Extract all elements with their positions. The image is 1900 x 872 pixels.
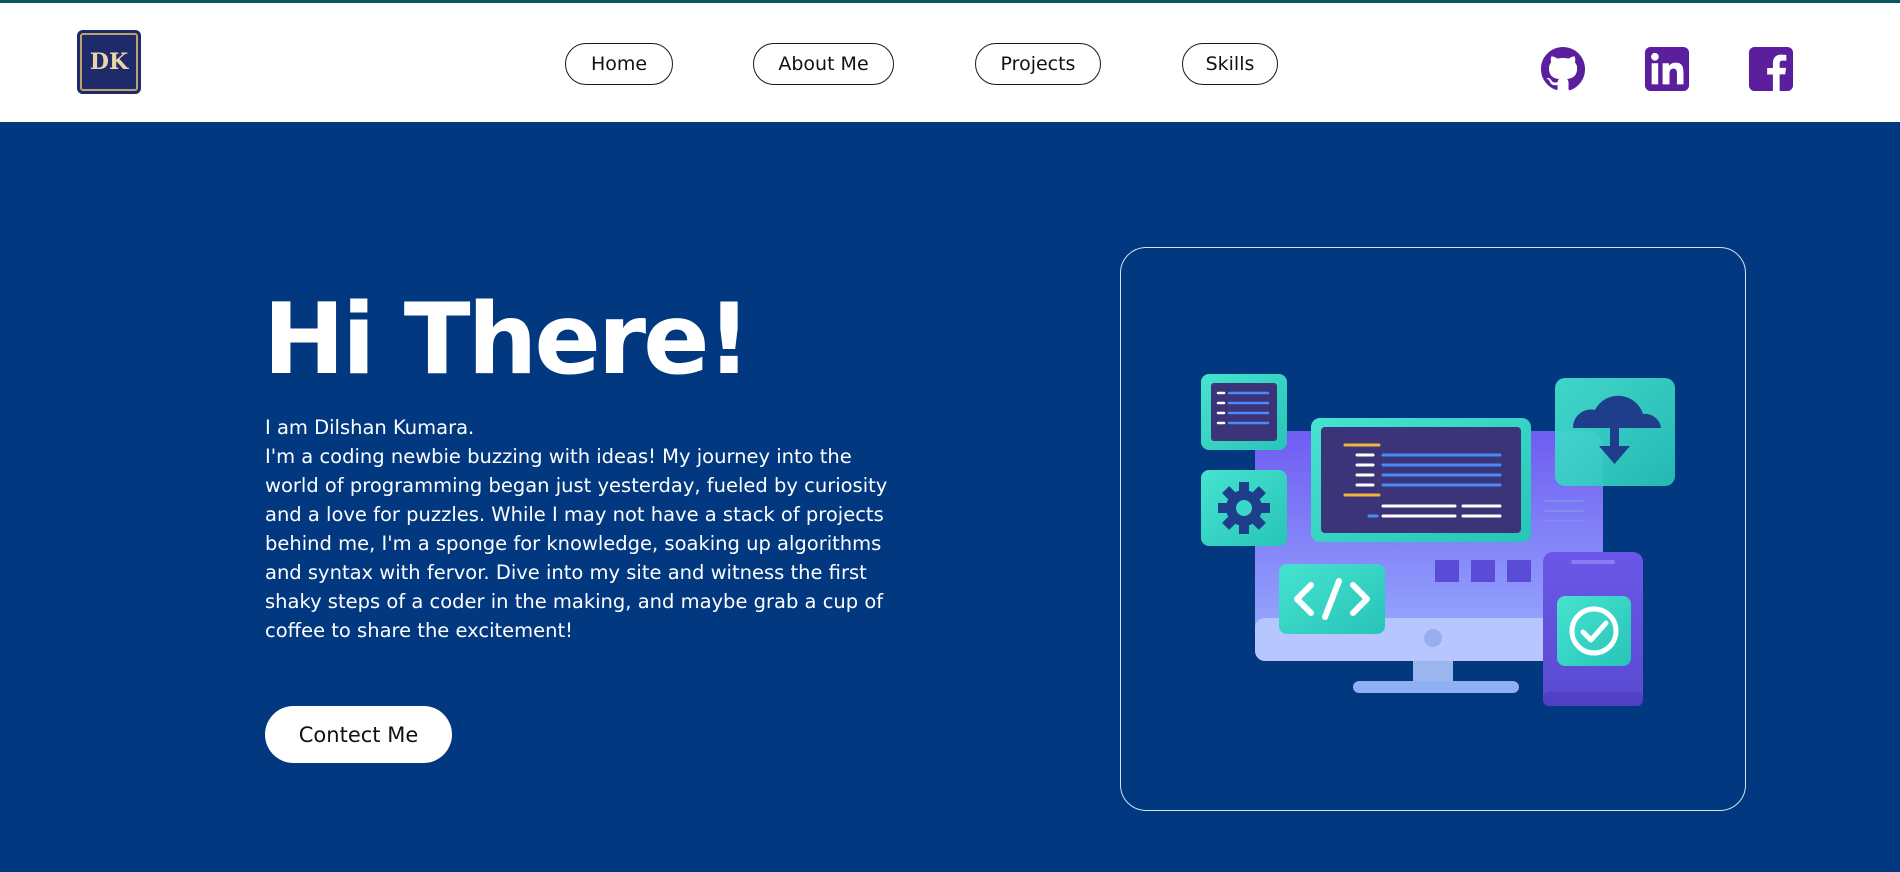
hero-title: Hi There!	[263, 283, 751, 397]
hero-intro: I am Dilshan Kumara. I'm a coding newbie…	[265, 413, 905, 645]
intro-line: I am Dilshan Kumara.	[265, 416, 475, 439]
nav-skills-button[interactable]: Skills	[1182, 43, 1278, 85]
facebook-icon[interactable]	[1748, 46, 1794, 92]
nav-home-button[interactable]: Home	[565, 43, 673, 85]
bio-text: I'm a coding newbie buzzing with ideas! …	[265, 445, 888, 642]
coding-illustration	[1201, 374, 1675, 706]
illustration-card	[1120, 247, 1746, 811]
contact-me-button[interactable]: Contect Me	[265, 706, 452, 763]
logo[interactable]: DK	[77, 30, 141, 94]
site-header: DK Home About Me Projects Skills	[0, 0, 1900, 122]
nav-about-button[interactable]: About Me	[753, 43, 894, 85]
linkedin-icon[interactable]	[1644, 46, 1690, 92]
github-icon[interactable]	[1540, 46, 1586, 92]
nav-projects-button[interactable]: Projects	[975, 43, 1101, 85]
logo-text: DK	[89, 49, 129, 75]
